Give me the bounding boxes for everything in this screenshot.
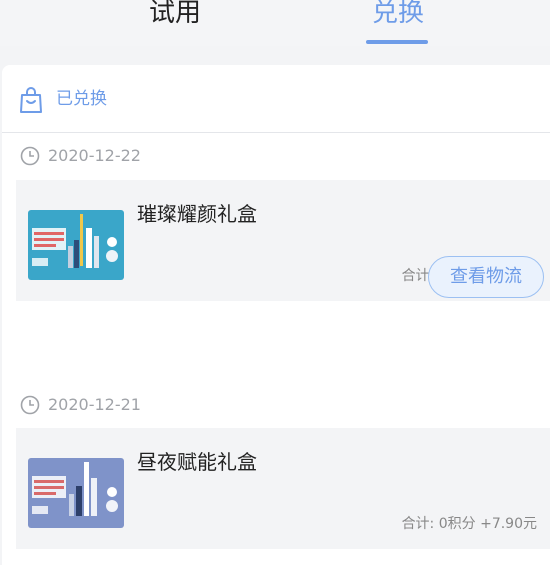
card-header: 已兑换 (2, 65, 550, 133)
tab-trial[interactable]: 试用 (140, 0, 210, 36)
order-date: 2020-12-21 (48, 395, 141, 414)
exchanged-label: 已兑换 (56, 89, 107, 109)
active-tab-indicator (366, 40, 428, 44)
product-thumbnail (28, 458, 124, 528)
order-total: 合计: 0积分 +7.90元 (401, 516, 537, 532)
product-name: 璀璨耀颜礼盒 (137, 202, 257, 226)
product-thumbnail (28, 210, 124, 280)
order-date: 2020-12-22 (48, 146, 141, 165)
clock-icon (20, 146, 40, 166)
order-item[interactable]: 昼夜赋能礼盒 合计: 0积分 +7.90元 (16, 428, 550, 549)
tab-bar: 试用 兑换 (0, 0, 550, 46)
shopping-bag-icon (20, 87, 42, 113)
view-logistics-button[interactable]: 查看物流 (428, 256, 544, 298)
product-name: 昼夜赋能礼盒 (137, 450, 257, 474)
tab-exchange[interactable]: 兑换 (360, 0, 436, 36)
clock-icon (20, 395, 40, 415)
